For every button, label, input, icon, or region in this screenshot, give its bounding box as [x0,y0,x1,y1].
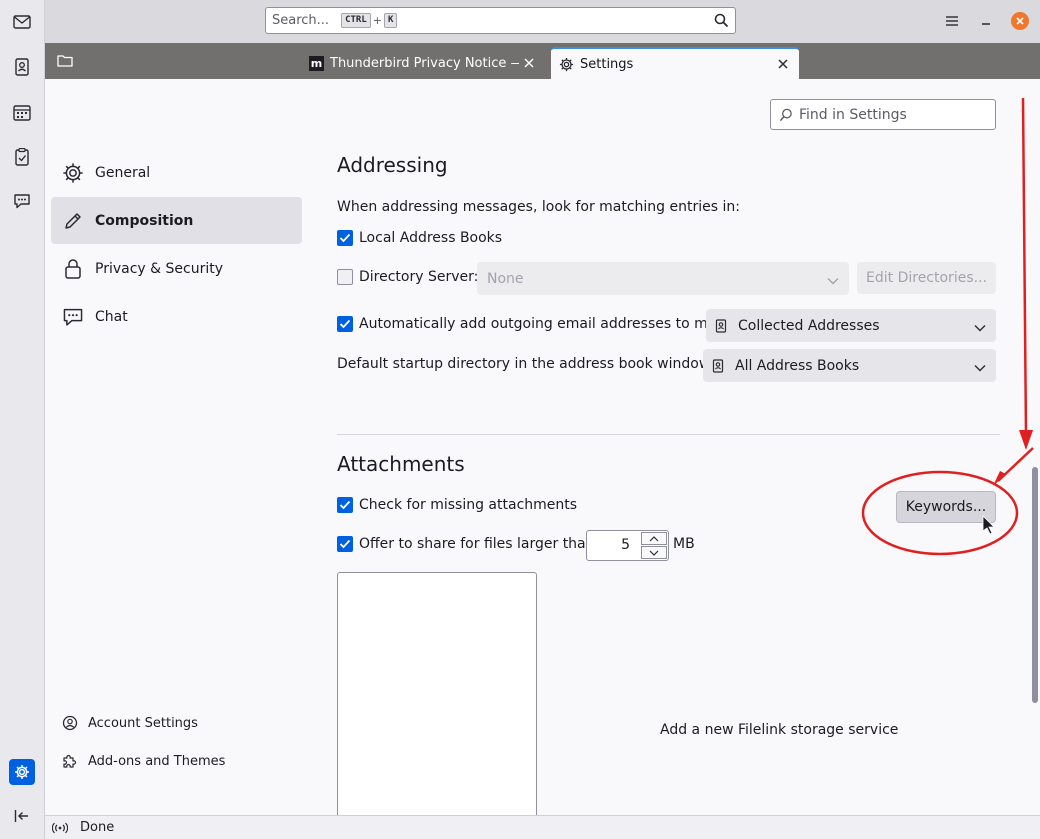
status-bar: Done [45,815,1040,839]
keywords-button[interactable]: Keywords... [896,491,996,523]
mozilla-favicon-icon: m [309,55,324,71]
search-icon [714,13,729,32]
share-large-files-label: Offer to share for files larger than [359,536,595,552]
auto-add-option[interactable]: Automatically add outgoing email address… [337,316,720,332]
close-window-icon[interactable] [1010,12,1030,30]
tab-settings[interactable]: Settings [551,47,799,79]
close-tab-icon[interactable] [519,53,539,73]
scrollbar[interactable] [1028,79,1040,815]
category-label: General [95,164,151,181]
title-bar: Search... CTRL + K [45,0,1040,43]
gear-icon [559,57,574,72]
calendar-icon[interactable] [9,99,35,125]
category-label: Chat [95,308,128,325]
tab-title: Settings [580,56,634,72]
local-address-books-option[interactable]: Local Address Books [337,230,502,246]
search-icon [779,108,793,122]
tab-privacy-notice[interactable]: m Thunderbird Privacy Notice — M [301,47,545,79]
local-address-books-checkbox[interactable] [337,230,353,246]
settings-gear-icon[interactable] [9,759,35,785]
category-chat[interactable]: Chat [51,293,302,340]
chat-icon[interactable] [9,188,35,214]
app-menu-icon[interactable] [942,12,962,30]
spin-down-icon[interactable] [641,546,667,559]
address-book-icon [714,318,728,333]
auto-add-checkbox[interactable] [337,316,353,332]
addons-themes-label: Add-ons and Themes [88,753,226,769]
find-in-settings-input[interactable]: Find in Settings [770,99,996,130]
search-shortcut-key-k: K [383,13,398,28]
settings-content: General Composition Privacy & Security C… [45,79,1040,815]
search-placeholder: Search... [272,13,330,28]
close-tab-icon[interactable] [773,54,793,74]
missing-attachments-checkbox[interactable] [337,497,353,513]
spin-up-icon[interactable] [641,532,667,545]
directory-server-select: None [477,262,849,295]
settings-main-pane: Find in Settings Addressing When address… [309,79,1040,815]
lock-icon [62,258,84,280]
account-settings-label: Account Settings [88,715,198,731]
address-book-icon[interactable] [9,54,35,80]
spaces-toolbar [0,0,45,839]
edit-directories-button: Edit Directories... [857,262,996,294]
category-label: Composition [95,212,194,229]
puzzle-icon [61,752,79,770]
addressing-heading: Addressing [337,153,448,177]
collected-addresses-value: Collected Addresses [738,317,880,334]
category-label: Privacy & Security [95,260,223,277]
directory-server-option[interactable]: Directory Server: [337,269,478,285]
directory-server-value: None [487,270,524,287]
category-privacy-security[interactable]: Privacy & Security [51,245,302,292]
folder-pane-icon[interactable] [57,54,73,71]
addons-themes-link[interactable]: Add-ons and Themes [61,749,225,773]
auto-add-label: Automatically add outgoing email address… [359,316,720,332]
settings-sidebar: General Composition Privacy & Security C… [45,79,309,815]
account-settings-link[interactable]: Account Settings [61,711,198,735]
find-placeholder: Find in Settings [799,106,907,123]
missing-attachments-option[interactable]: Check for missing attachments [337,497,577,513]
file-size-threshold-input[interactable]: 5 [586,530,669,561]
account-icon [61,714,79,732]
global-search-input[interactable]: Search... CTRL + K [265,7,736,34]
filelink-provider-list[interactable] [337,572,537,815]
tab-title: Thunderbird Privacy Notice — M [330,55,519,71]
pencil-icon [62,210,84,232]
chevron-down-icon [974,360,986,376]
category-general[interactable]: General [51,149,302,196]
chevron-down-icon [827,273,839,289]
search-shortcut-plus: + [372,14,382,27]
startup-directory-label: Default startup directory in the address… [337,356,715,372]
tab-bar: m Thunderbird Privacy Notice — M Setting… [45,43,1040,79]
chevron-down-icon [974,320,986,336]
collected-addresses-select[interactable]: Collected Addresses [706,309,996,342]
minimize-icon[interactable] [978,12,994,30]
share-large-files-checkbox[interactable] [337,536,353,552]
online-status-icon[interactable] [52,822,68,834]
tasks-icon[interactable] [9,144,35,170]
addressing-intro: When addressing messages, look for match… [337,199,740,215]
filelink-message: Add a new Filelink storage service [660,722,899,738]
chat-icon [62,306,84,328]
collapse-spaces-icon[interactable] [9,803,35,829]
file-size-value: 5 [621,537,630,553]
file-size-unit: MB [673,536,695,552]
directory-server-label: Directory Server: [359,269,479,285]
share-large-files-option[interactable]: Offer to share for files larger than [337,536,595,552]
attachments-heading: Attachments [337,452,465,476]
startup-directory-select[interactable]: All Address Books [703,349,996,382]
section-divider [337,434,1000,435]
status-text: Done [80,820,115,835]
category-composition[interactable]: Composition [51,197,302,244]
search-shortcut-key-ctrl: CTRL [341,13,371,28]
local-address-books-label: Local Address Books [359,230,503,246]
missing-attachments-label: Check for missing attachments [359,497,578,513]
address-book-icon [711,358,725,373]
mail-icon[interactable] [9,9,35,35]
startup-directory-value: All Address Books [735,357,860,374]
gear-icon [62,162,84,184]
directory-server-checkbox[interactable] [337,269,353,285]
scrollbar-thumb[interactable] [1032,467,1038,703]
